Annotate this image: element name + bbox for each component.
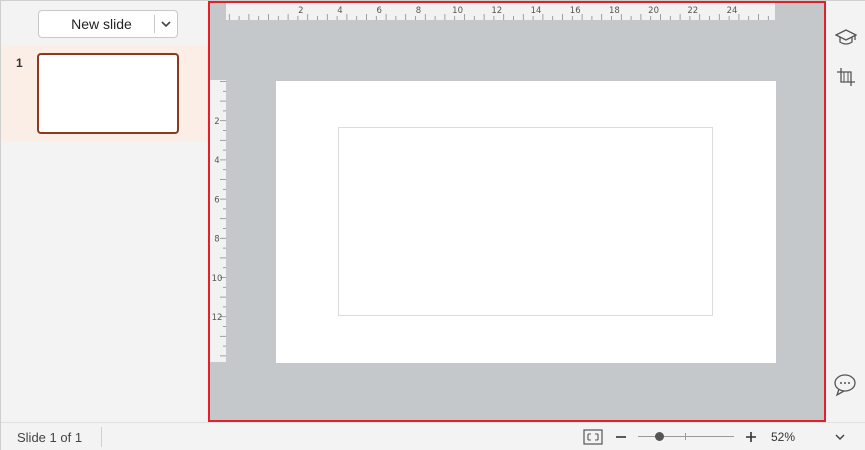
status-bar: Slide 1 of 1 52% [1, 422, 865, 450]
status-divider [101, 427, 102, 447]
ruler-label: 2 [298, 6, 303, 16]
slide-canvas[interactable] [276, 81, 776, 363]
chevron-down-icon [161, 21, 171, 28]
ruler-label: 20 [648, 6, 659, 16]
ruler-label: 16 [570, 6, 581, 16]
designer-button[interactable] [832, 24, 860, 52]
comments-icon [834, 374, 856, 397]
slide-count-label: Slide 1 of 1 [17, 430, 83, 445]
ruler-label: 4 [337, 6, 342, 16]
new-slide-button[interactable]: New slide [39, 16, 154, 32]
right-toolbar [826, 1, 865, 422]
new-slide-split-button: New slide [38, 10, 178, 38]
crop-button[interactable] [832, 63, 860, 91]
ruler-label: 22 [687, 6, 698, 16]
ruler-label: 24 [727, 6, 738, 16]
ruler-label: 6 [376, 6, 381, 16]
horizontal-ruler: 2 4 6 8 10 12 14 16 18 20 22 24 [226, 3, 824, 20]
content-placeholder[interactable] [338, 127, 713, 316]
ruler-label: 12 [491, 6, 502, 16]
slide-list-item[interactable]: 1 [1, 45, 208, 141]
ruler-label: 4 [214, 156, 219, 166]
presentation-editor: New slide 1 2 4 6 8 10 12 14 16 18 20 22 24 2 4 6 8 10 1… [0, 0, 865, 450]
zoom-slider-thumb[interactable] [654, 432, 664, 441]
zoom-out-button[interactable] [613, 428, 629, 446]
ruler-label: 2 [214, 117, 219, 127]
ruler-label: 14 [531, 6, 542, 16]
ruler-label: 10 [212, 274, 223, 284]
vertical-ruler: 2 4 6 8 10 12 [210, 20, 226, 420]
vertical-ruler-ticks: 2 4 6 8 10 12 [212, 81, 226, 357]
zoom-dropdown-button[interactable] [833, 430, 847, 444]
ruler-label: 12 [212, 313, 223, 323]
ruler-label: 18 [609, 6, 620, 16]
zoom-slider-track[interactable] [638, 436, 734, 437]
horizontal-ruler-ticks: 2 4 6 8 10 12 14 16 18 20 22 24 [228, 6, 769, 20]
zoom-percentage[interactable]: 52% [771, 430, 795, 444]
vertical-ruler-track: 2 4 6 8 10 12 [210, 80, 226, 362]
minus-icon [616, 436, 626, 438]
ruler-label: 10 [452, 6, 463, 16]
zoom-in-button[interactable] [743, 428, 759, 446]
comments-button[interactable] [832, 371, 860, 399]
ruler-label: 8 [416, 6, 421, 16]
fit-window-icon [583, 429, 603, 445]
plus-icon [746, 432, 756, 442]
slide-panel: New slide 1 [1, 1, 208, 422]
slide-editor-area[interactable]: 2 4 6 8 10 12 14 16 18 20 22 24 2 4 6 8 10 12 [208, 1, 826, 422]
slide-thumbnail[interactable] [37, 53, 179, 134]
ruler-corner [210, 3, 226, 20]
learn-icon [835, 29, 857, 45]
new-slide-dropdown-button[interactable] [155, 11, 177, 37]
fit-to-window-button[interactable] [582, 427, 604, 447]
horizontal-ruler-track: 2 4 6 8 10 12 14 16 18 20 22 24 [226, 3, 775, 20]
chevron-down-icon [835, 434, 845, 441]
ruler-label: 6 [214, 195, 219, 205]
crop-icon [837, 68, 855, 86]
ruler-label: 8 [214, 235, 219, 245]
zoom-slider-midmark [685, 433, 686, 440]
slide-number: 1 [16, 56, 23, 70]
